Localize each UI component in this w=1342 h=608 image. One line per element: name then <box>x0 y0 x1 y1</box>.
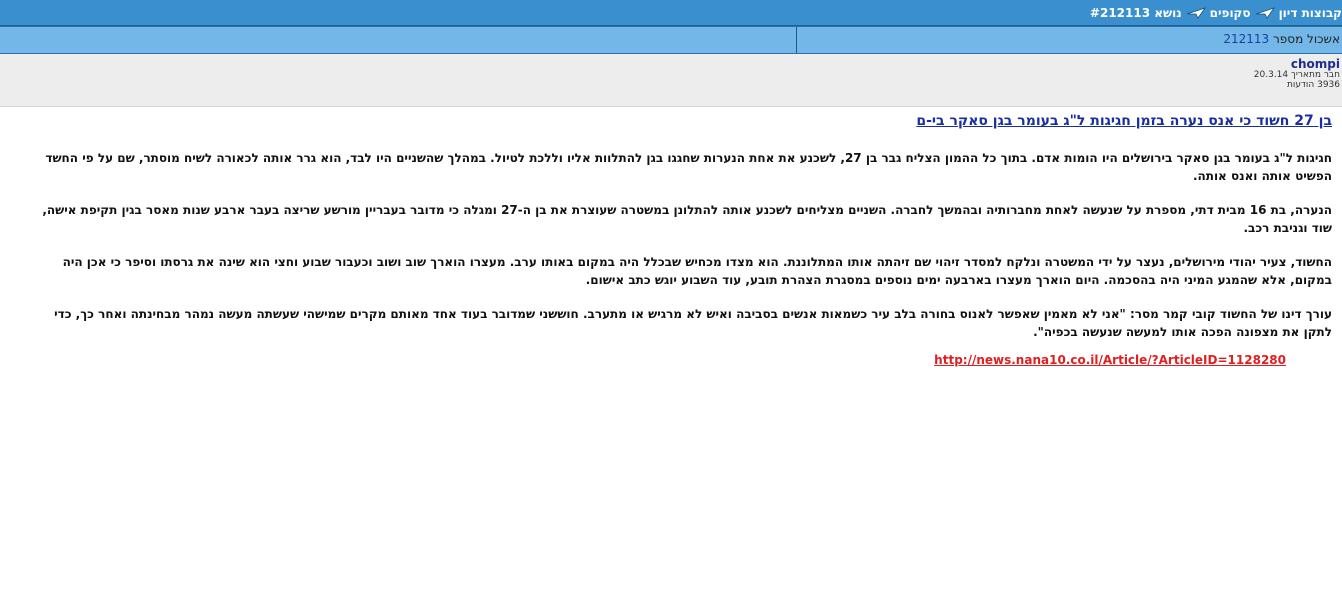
post-paragraph: עורך דינו של החשוד קובי קמר מסר: "אני לא… <box>54 307 1332 339</box>
breadcrumb: קבוצות דיון סקופים נושא #212113 <box>1090 0 1342 26</box>
breadcrumb-separator-arrow-icon <box>1182 6 1210 20</box>
post-title[interactable]: בן 27 חשוד כי אנס נערה בזמן חגיגות ל"ג ב… <box>916 113 1332 129</box>
thread-number-label: אשכול מספר <box>1273 32 1340 46</box>
user-info: chompi חבר מתאריך 20.3.14 3936 הודעות <box>1254 57 1340 91</box>
thread-number: אשכול מספר 212113 <box>1223 32 1340 46</box>
post-paragraph: הנערה, בת 16 מבית דתי, מספרת על שנעשה לא… <box>42 203 1332 235</box>
top-navigation-bar: קבוצות דיון סקופים נושא #212113 <box>0 0 1342 26</box>
thread-number-value: 212113 <box>1223 32 1270 46</box>
user-info-box: chompi חבר מתאריך 20.3.14 3936 הודעות <box>0 54 1342 107</box>
breadcrumb-separator-arrow-icon <box>1251 6 1279 20</box>
post-count: 3936 הודעות <box>1286 80 1340 91</box>
source-link[interactable]: http://news.nana10.co.il/Article/?Articl… <box>32 353 1286 367</box>
header-divider <box>796 27 797 53</box>
thread-header: אשכול מספר 212113 <box>0 26 1342 54</box>
post-paragraph: חגיגות ל"ג בעומר בגן סאקר בירושלים היו ה… <box>45 151 1332 183</box>
breadcrumb-discussion-groups[interactable]: קבוצות דיון <box>1279 6 1342 20</box>
breadcrumb-scoops[interactable]: סקופים <box>1210 6 1251 20</box>
post-paragraph: החשוד, צעיר יהודי מירושלים, נעצר על ידי … <box>62 255 1332 287</box>
breadcrumb-topic[interactable]: נושא #212113 <box>1090 6 1182 20</box>
post-content: בן 27 חשוד כי אנס נערה בזמן חגיגות ל"ג ב… <box>32 110 1332 367</box>
